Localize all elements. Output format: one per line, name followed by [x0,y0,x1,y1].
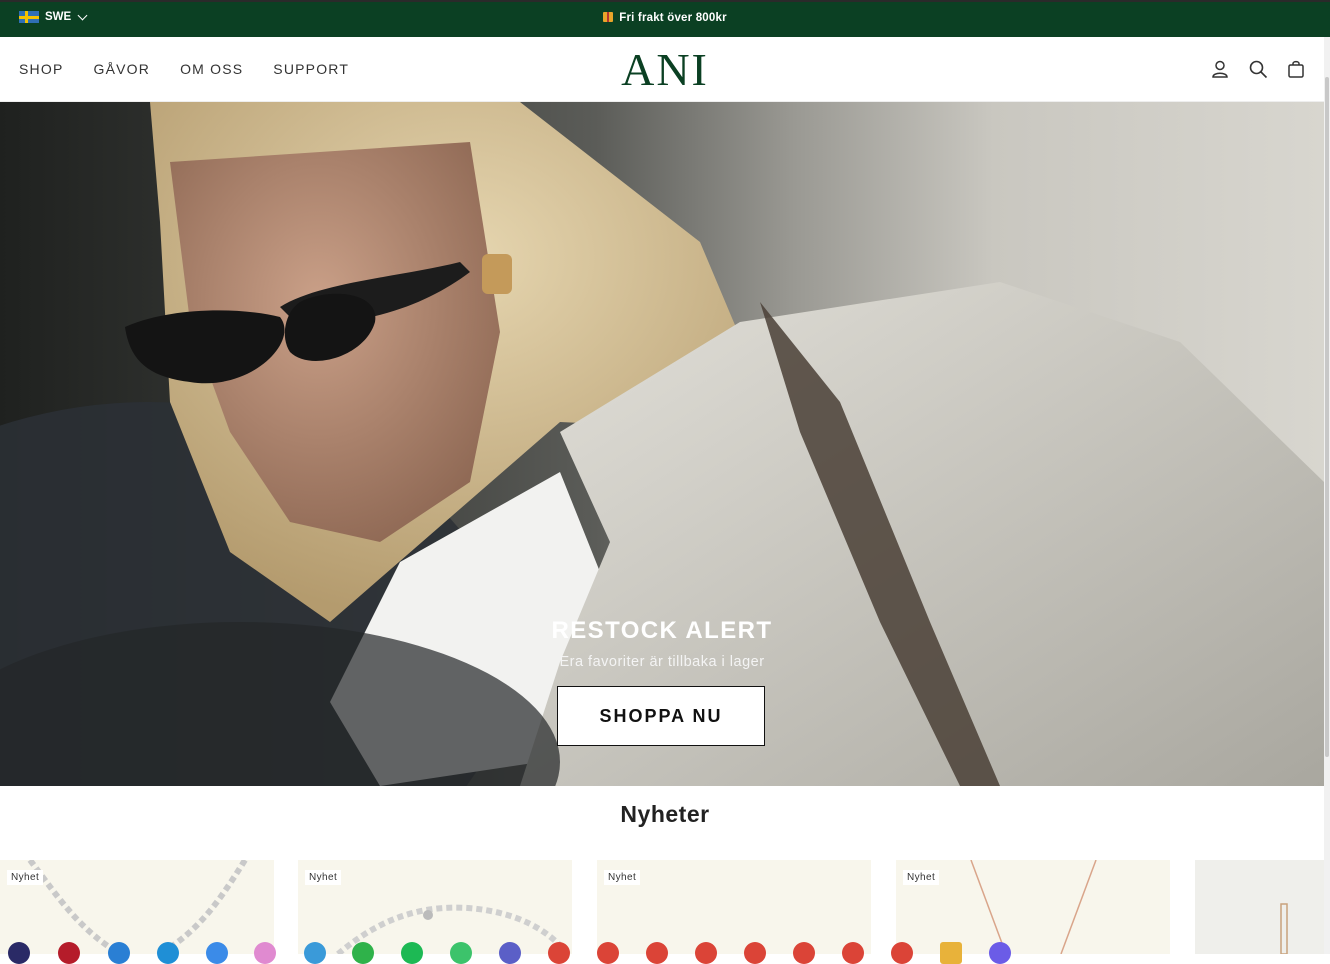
shipping-announcement-text: Fri frakt över 800kr [619,12,727,24]
hero-subtitle: Era favoriter är tillbaka i lager [559,654,765,670]
shop-now-button[interactable]: SHOPPA NU [557,686,765,746]
brand-logo[interactable]: ANI [0,45,1330,95]
product-card[interactable]: Nyhet [0,860,274,954]
new-arrivals-title: Nyheter [620,801,710,827]
cart-icon[interactable] [1286,59,1306,79]
page-scrollbar[interactable] [1324,37,1330,954]
header-actions [1210,59,1306,79]
product-card[interactable]: Nyhet [298,860,572,954]
product-badge: Nyhet [903,870,940,885]
shipping-announcement: Fri frakt över 800kr [0,12,1330,24]
announcement-bar: SWE Fri frakt över 800kr [0,0,1330,37]
scrollbar-thumb[interactable] [1325,77,1329,757]
product-carousel: Nyhet Nyhet Nyhet Nyhet [0,860,1330,954]
site-header: SHOP GÅVOR OM OSS SUPPORT ANI [0,37,1330,102]
account-icon[interactable] [1210,59,1230,79]
product-card[interactable]: Nyhet [597,860,871,954]
search-icon[interactable] [1248,59,1268,79]
gift-icon [603,12,614,22]
hero-image [0,102,1324,786]
hero-banner: RESTOCK ALERT Era favoriter är tillbaka … [0,102,1324,786]
product-card[interactable] [1195,860,1324,954]
product-badge: Nyhet [604,870,641,885]
product-image [1280,903,1288,954]
product-badge: Nyhet [305,870,342,885]
product-card[interactable]: Nyhet [896,860,1170,954]
hero-title: RESTOCK ALERT [551,617,773,644]
product-badge: Nyhet [7,870,44,885]
